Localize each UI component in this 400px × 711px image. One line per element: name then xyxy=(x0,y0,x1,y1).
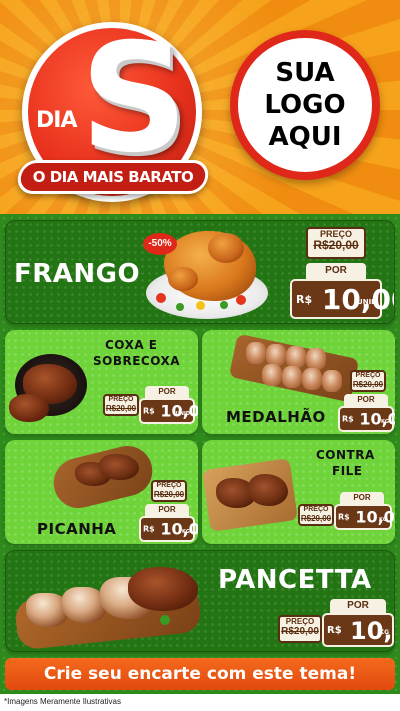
preco-tag: PREÇO R$20,00 xyxy=(298,504,334,526)
old-price: R$20,00 xyxy=(105,404,137,413)
price-tag: R$ 10,00 KG xyxy=(338,406,395,432)
unit-label: KG xyxy=(379,517,387,523)
product-name: MEDALHÃO xyxy=(226,408,326,426)
header-banner: DIA S O DIA MAIS BARATO SUA LOGO AQUI xyxy=(0,0,400,214)
preco-label: PREÇO xyxy=(156,482,182,489)
product-card-picanha: PICANHA PREÇO R$20,00 POR R$ 10,00 KG xyxy=(5,440,198,544)
picanha-board-image xyxy=(48,440,159,514)
medallion-skewers-image xyxy=(228,333,360,403)
product-card-medalhao: MEDALHÃO PREÇO R$20,00 POR R$ 10,00 KG xyxy=(202,330,395,434)
discount-badge: -50% xyxy=(143,233,177,255)
product-card-coxa: COXA E SOBRECOXA PREÇO R$20,00 POR R$ 10… xyxy=(5,330,198,434)
por-tag: POR xyxy=(344,394,388,406)
disclaimer-text: *Imagens Meramente Ilustrativas xyxy=(4,697,121,706)
price-tag: R$ 10,00 KG xyxy=(139,516,198,542)
chicken-leg-pan-image xyxy=(9,350,95,430)
price-value: 10,00 xyxy=(359,409,395,429)
cta-button[interactable]: Crie seu encarte com este tema! xyxy=(5,658,395,690)
unit-label: KG xyxy=(381,419,389,425)
product-name-line-2: FILE xyxy=(332,464,363,478)
slogan-ribbon: O DIA MAIS BARATO xyxy=(15,160,211,194)
product-name-line-1: COXA E xyxy=(105,338,158,352)
currency: R$ xyxy=(342,414,354,424)
preco-label: PREÇO xyxy=(303,506,329,513)
unit-label: KG xyxy=(379,629,389,636)
price-value: 10,00 xyxy=(160,519,198,539)
currency: R$ xyxy=(338,512,350,522)
old-price: R$20,00 xyxy=(352,380,384,389)
unit-label: UNID xyxy=(357,298,377,306)
logo-placeholder: SUA LOGO AQUI xyxy=(230,30,380,180)
preco-label: PREÇO xyxy=(355,372,381,379)
old-price: R$20,00 xyxy=(313,238,359,252)
por-tag: POR xyxy=(145,504,189,516)
dia-word: DIA xyxy=(36,108,77,133)
product-card-contrafile: CONTRA FILE PREÇO R$20,00 POR R$ 10,00 K… xyxy=(202,440,395,544)
price-tag: R$ 10,00 UNID xyxy=(290,279,394,319)
preco-tag: PREÇO R$20,00 xyxy=(350,370,386,392)
price-tag: R$ 10,00 KG xyxy=(322,613,394,647)
product-name: PICANHA xyxy=(37,520,117,538)
por-tag: POR xyxy=(340,492,384,504)
unit-label: UNID xyxy=(175,411,190,417)
unit-label: KG xyxy=(182,529,190,535)
preco-tag: PREÇO R$20,00 xyxy=(103,394,139,416)
preco-tag: PREÇO R$20,00 xyxy=(306,227,366,259)
preco-label: PREÇO xyxy=(108,396,134,403)
currency: R$ xyxy=(143,406,155,416)
preco-tag: PREÇO R$20,00 xyxy=(151,480,187,502)
por-tag: POR xyxy=(306,263,366,279)
product-card-pancetta: PANCETTA PREÇO R$20,00 POR R$ 10,00 KG xyxy=(5,550,395,652)
preco-label: PREÇO xyxy=(285,617,315,626)
contrafile-board-image xyxy=(202,458,298,532)
product-name-line-2: SOBRECOXA xyxy=(93,354,181,368)
product-card-frango: FRANGO -50% PREÇO R$20,00 POR R$ 10,00 U… xyxy=(5,220,395,324)
por-tag: POR xyxy=(330,599,386,613)
price-tag: R$ 10,00 KG xyxy=(334,504,395,530)
product-name-line-1: CONTRA xyxy=(316,448,375,462)
price-value: 10,00 xyxy=(355,507,395,527)
pancetta-board-image xyxy=(10,557,206,651)
por-tag: POR xyxy=(145,386,189,398)
logo-line-1: SUA xyxy=(275,58,335,88)
currency: R$ xyxy=(327,625,342,636)
logo-line-2: LOGO xyxy=(264,90,346,120)
old-price: R$20,00 xyxy=(281,626,319,637)
old-price: R$20,00 xyxy=(153,490,185,499)
product-name: PANCETTA xyxy=(218,565,372,595)
currency: R$ xyxy=(143,524,155,534)
preco-tag: PREÇO R$20,00 xyxy=(278,615,322,643)
big-s-letter: S xyxy=(80,12,189,186)
logo-line-3: AQUI xyxy=(268,122,342,152)
slogan-text: O DIA MAIS BARATO xyxy=(32,168,194,186)
price-tag: R$ 10,00 UNID xyxy=(139,398,198,424)
product-name: FRANGO xyxy=(14,259,141,289)
old-price: R$20,00 xyxy=(300,514,332,523)
currency: R$ xyxy=(296,293,313,306)
